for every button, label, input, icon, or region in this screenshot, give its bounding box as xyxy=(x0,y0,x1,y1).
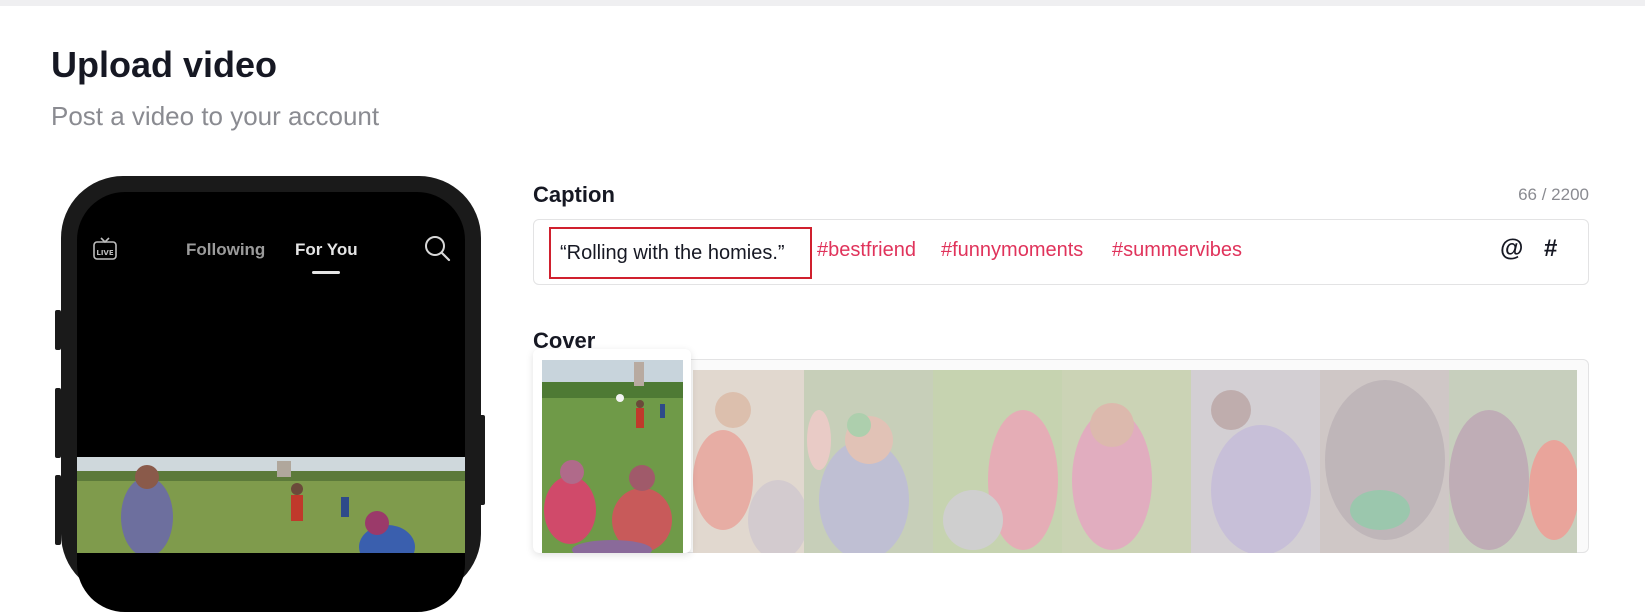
caption-character-count: 66 / 2200 xyxy=(1518,185,1589,204)
top-bar xyxy=(0,0,1645,6)
tab-following[interactable]: Following xyxy=(186,240,265,260)
hashtag-summervibes[interactable]: #summervibes xyxy=(1112,239,1242,262)
page-subtitle: Post a video to your account xyxy=(51,101,380,131)
selected-cover-thumbnail[interactable] xyxy=(542,360,683,553)
tab-for-you[interactable]: For You xyxy=(295,240,358,260)
thumbnails-overlay xyxy=(693,370,1577,553)
active-tab-indicator xyxy=(312,271,340,274)
caption-text-highlighted[interactable]: “Rolling with the homies.” xyxy=(549,227,812,279)
video-preview-frame xyxy=(77,457,465,553)
live-icon[interactable]: LIVE xyxy=(92,236,118,262)
mention-icon[interactable]: @ xyxy=(1500,235,1523,263)
page-title: Upload video xyxy=(51,44,278,85)
hashtag-icon[interactable]: # xyxy=(1544,235,1557,263)
hashtag-funnymoments[interactable]: #funnymoments xyxy=(941,239,1083,262)
hashtag-bestfriend[interactable]: #bestfriend xyxy=(817,239,916,262)
search-icon[interactable] xyxy=(423,234,451,262)
svg-text:LIVE: LIVE xyxy=(96,249,113,257)
caption-label: Caption xyxy=(533,182,615,207)
